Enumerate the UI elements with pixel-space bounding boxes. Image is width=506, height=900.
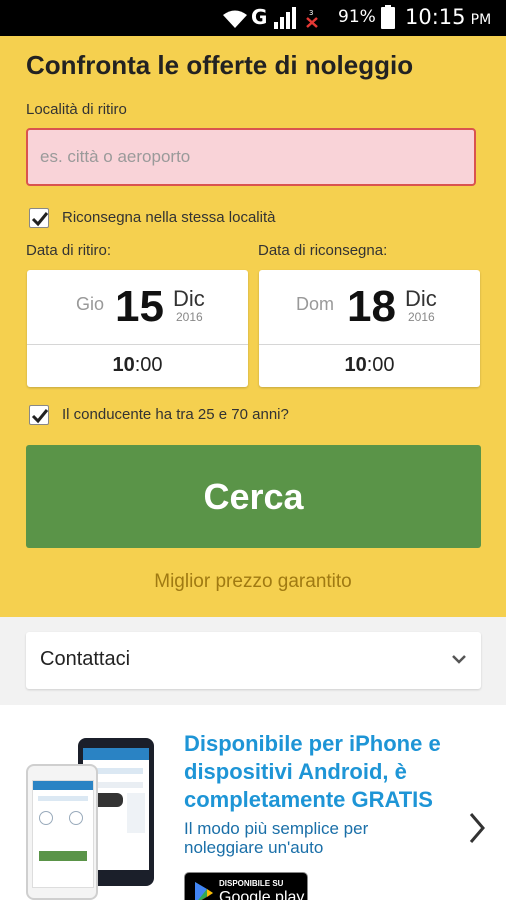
- clock-ampm: PM: [470, 12, 492, 28]
- return-time[interactable]: 10:00: [259, 344, 480, 387]
- promo-title: Disponibile per iPhone e dispositivi And…: [184, 731, 441, 812]
- google-play-icon: [195, 882, 213, 900]
- battery-percent: 91%: [338, 7, 376, 27]
- store-small-label: DISPONIBILE SU: [219, 879, 284, 888]
- contact-label: Contattaci: [40, 648, 131, 670]
- driver-age-checkbox[interactable]: [29, 405, 49, 425]
- signal-icon: [274, 7, 296, 29]
- search-form: Confronta le offerte di noleggio Localit…: [0, 36, 506, 617]
- checkbox-icon: [31, 409, 49, 424]
- chevron-right-icon[interactable]: [466, 810, 488, 846]
- pickup-date-picker[interactable]: Gio 15 Dic 2016 10:00: [27, 270, 248, 387]
- network-type: G: [251, 5, 268, 29]
- pickup-month: Dic: [173, 286, 205, 311]
- best-price-guarantee: Miglior prezzo garantito: [154, 571, 352, 592]
- wifi-icon: [223, 10, 247, 28]
- driver-age-label: Il conducente ha tra 25 e 70 anni?: [62, 406, 289, 423]
- promo-subtitle: Il modo più semplice per noleggiare un'a…: [184, 819, 369, 857]
- contact-dropdown[interactable]: Contattaci: [26, 632, 481, 689]
- app-promo-banner[interactable]: Disponibile per iPhone e dispositivi And…: [0, 705, 506, 900]
- status-bar: G 3 91% 10:15 PM: [0, 0, 506, 36]
- return-time-hour: 10: [344, 354, 367, 376]
- google-play-badge[interactable]: DISPONIBILE SU Google play: [184, 872, 308, 900]
- return-date-picker[interactable]: Dom 18 Dic 2016 10:00: [259, 270, 480, 387]
- iphone-image: [26, 764, 98, 900]
- same-location-label: Riconsegna nella stessa località: [62, 209, 276, 226]
- return-day: 18: [347, 282, 396, 331]
- pickup-time-hour: 10: [112, 354, 135, 376]
- pickup-day: 15: [115, 282, 164, 331]
- return-weekday: Dom: [296, 294, 335, 314]
- checkbox-icon: [31, 212, 49, 227]
- return-year: 2016: [408, 310, 435, 324]
- pickup-date[interactable]: Gio 15 Dic 2016: [27, 270, 248, 345]
- pickup-location-label: Località di ritiro: [26, 101, 127, 118]
- pickup-date-label: Data di ritiro:: [26, 242, 112, 259]
- clock-time: 10:15: [405, 5, 466, 29]
- chevron-down-icon: [452, 655, 466, 664]
- pickup-location-input[interactable]: [26, 128, 476, 186]
- svg-text:3: 3: [309, 9, 313, 17]
- no-data-icon: 3: [306, 9, 318, 28]
- clock: 10:15 PM: [405, 5, 491, 29]
- pickup-time[interactable]: 10:00: [27, 344, 248, 387]
- return-date-label: Data di riconsegna:: [258, 242, 388, 259]
- form-title: Confronta le offerte di noleggio: [26, 50, 414, 80]
- store-name: Google play: [219, 889, 305, 900]
- return-month: Dic: [405, 286, 437, 311]
- return-date[interactable]: Dom 18 Dic 2016: [259, 270, 480, 345]
- pickup-weekday: Gio: [76, 294, 105, 314]
- pickup-year: 2016: [176, 310, 203, 324]
- pickup-time-minutes: :00: [134, 354, 163, 376]
- search-button[interactable]: Cerca: [26, 445, 481, 548]
- same-location-checkbox[interactable]: [29, 208, 49, 228]
- return-time-minutes: :00: [366, 354, 395, 376]
- battery-icon: [381, 5, 395, 29]
